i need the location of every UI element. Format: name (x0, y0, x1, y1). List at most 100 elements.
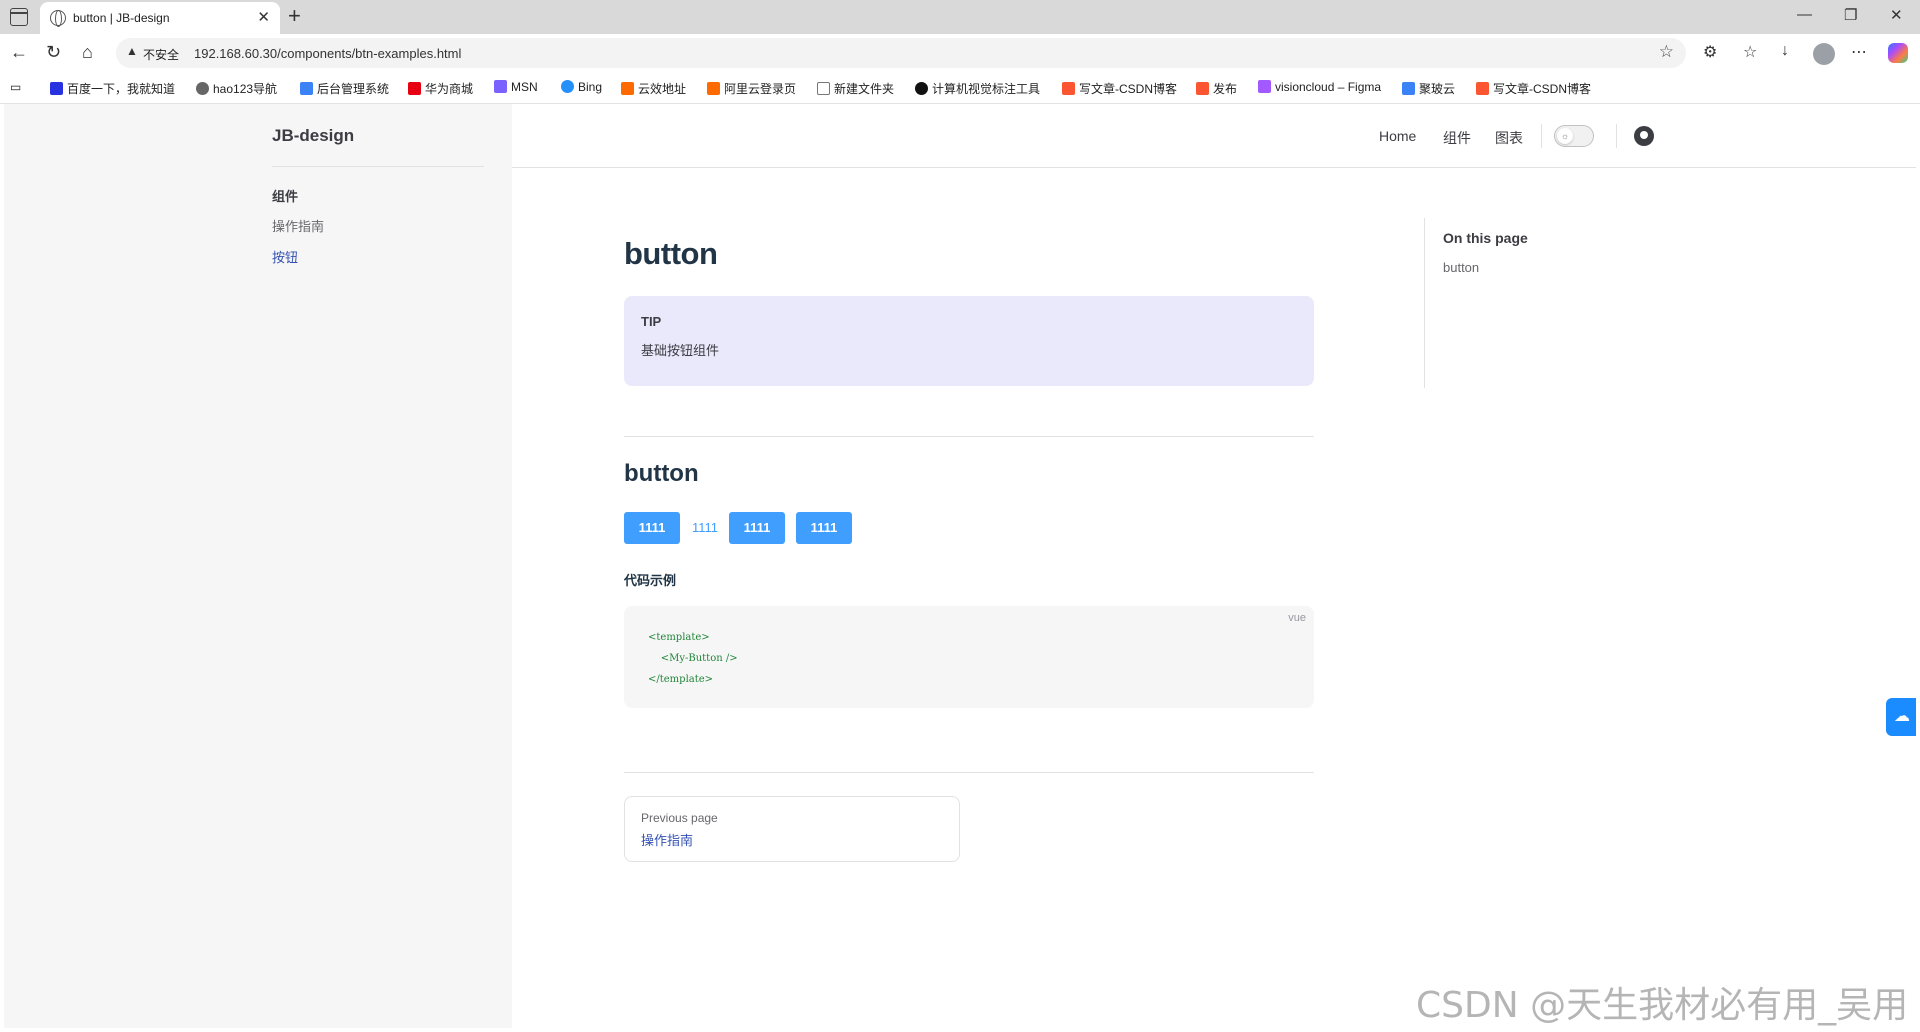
address-bar[interactable]: ▲ 不安全 192.168.60.30/components/btn-examp… (116, 38, 1686, 68)
bookmark-favicon (1476, 82, 1489, 95)
favorite-star-icon[interactable]: ☆ (1659, 42, 1674, 62)
bookmark-label: Bing (578, 80, 603, 94)
bookmark-label: MSN (511, 80, 538, 94)
sidebar: JB-design 组件 操作指南 按钮 (4, 104, 512, 1028)
nav-components[interactable]: 组件 (1443, 128, 1471, 148)
bookmark-item[interactable]: 写文章-CSDN博客 (1062, 80, 1177, 97)
bookmark-favicon (1062, 82, 1075, 95)
bookmark-label: 新建文件夹 (834, 82, 895, 96)
floating-cloud-icon[interactable]: ☁ (1886, 698, 1916, 736)
bookmark-favicon (1402, 82, 1415, 95)
bookmark-favicon (707, 82, 720, 95)
extensions-icon[interactable]: ⚙ (1703, 42, 1717, 62)
demo-button-primary[interactable]: 1111 (729, 512, 785, 544)
bookmark-favicon (621, 82, 634, 95)
page-viewport: JB-design 组件 操作指南 按钮 Home 组件 图表 ☼ button… (4, 104, 1916, 1028)
bookmark-item[interactable]: hao123导航 (196, 80, 277, 97)
code-language: vue (1288, 612, 1306, 624)
sidebar-divider (272, 166, 484, 167)
bookmark-label: 云效地址 (638, 82, 687, 96)
bookmark-item[interactable]: 华为商城 (408, 80, 473, 97)
code-block: vue <template> <My-Button /> </template> (624, 606, 1314, 708)
more-menu-icon[interactable]: ⋯ (1851, 42, 1867, 62)
bookmark-item[interactable]: 后台管理系统 (300, 80, 389, 97)
watermark: CSDN @天生我材必有用_吴用 (1416, 985, 1909, 1026)
bookmark-item[interactable]: Bing (561, 80, 602, 94)
bookmark-label: 写文章-CSDN博客 (1493, 82, 1591, 96)
prev-page-link[interactable]: Previous page 操作指南 (624, 796, 960, 862)
bookmark-favicon (408, 82, 421, 95)
bookmark-item[interactable]: 写文章-CSDN博客 (1476, 80, 1591, 97)
window-close-icon[interactable]: ✕ (1890, 6, 1903, 24)
demo-button-primary[interactable]: 1111 (796, 512, 852, 544)
nav-divider (1541, 124, 1542, 148)
bookmark-favicon (915, 82, 928, 95)
demo-button-text[interactable]: 1111 (692, 520, 718, 535)
bookmark-item[interactable]: 计算机视觉标注工具 (915, 80, 1040, 97)
bookmark-item[interactable]: 阿里云登录页 (707, 80, 796, 97)
globe-icon (50, 10, 66, 27)
divider (624, 436, 1314, 437)
nav-divider (1616, 124, 1617, 148)
bookmark-item[interactable]: MSN (494, 80, 538, 94)
bookmark-label: visioncloud – Figma (1275, 80, 1382, 94)
code-caption: 代码示例 (624, 573, 677, 588)
demo-button-primary[interactable]: 1111 (624, 512, 680, 544)
tip-label: TIP (641, 314, 662, 329)
bookmark-item[interactable]: 新建文件夹 (817, 80, 894, 97)
code-line: <template> (648, 632, 710, 643)
sun-icon: ☼ (1557, 128, 1573, 144)
tip-box: TIP 基础按钮组件 (624, 296, 1314, 386)
sidebar-group-title: 组件 (272, 189, 299, 204)
bookmark-item[interactable]: 聚玻云 (1402, 80, 1455, 97)
bookmark-favicon (1196, 82, 1209, 95)
bookmark-label: 聚玻云 (1419, 82, 1456, 96)
bookmark-label: 阿里云登录页 (724, 82, 797, 96)
divider (624, 772, 1314, 773)
downloads-icon[interactable]: ↓ (1781, 42, 1789, 60)
reload-icon[interactable]: ↻ (46, 42, 61, 63)
code-content: <template> <My-Button /> </template> (648, 627, 738, 690)
profile-avatar[interactable] (1813, 43, 1835, 65)
bookmark-favicon (300, 82, 313, 95)
bookmarks-bar: ▭ 百度一下，我就知道 hao123导航 后台管理系统 华为商城 MSN Bin… (0, 72, 1920, 104)
favorites-icon[interactable]: ☆ (1743, 42, 1757, 62)
tab-close-icon[interactable]: ✕ (257, 8, 270, 26)
home-icon[interactable]: ⌂ (82, 42, 93, 63)
nav-charts[interactable]: 图表 (1495, 128, 1523, 148)
back-icon[interactable]: ← (10, 42, 28, 63)
copilot-icon[interactable] (1888, 43, 1908, 63)
security-label[interactable]: 不安全 (143, 46, 179, 63)
bookmark-item[interactable]: 云效地址 (621, 80, 686, 97)
page-outline: On this page button (1424, 218, 1624, 388)
bookmark-item[interactable]: 百度一下，我就知道 (50, 80, 175, 97)
bookmark-label: 百度一下，我就知道 (67, 82, 176, 96)
prev-page-desc: Previous page (641, 811, 718, 825)
bookmark-favicon (1258, 80, 1271, 93)
sidebar-item-guide[interactable]: 操作指南 (272, 216, 324, 235)
tab-actions-icon[interactable] (10, 8, 28, 26)
tip-text: 基础按钮组件 (641, 343, 720, 358)
theme-toggle[interactable]: ☼ (1554, 125, 1594, 147)
top-nav: Home 组件 图表 ☼ (512, 104, 1916, 168)
new-tab-button[interactable]: + (288, 3, 301, 29)
github-icon[interactable] (1634, 126, 1654, 146)
page-title: button (624, 236, 718, 271)
restore-icon[interactable]: ❐ (1844, 6, 1857, 24)
url-text[interactable]: 192.168.60.30/components/btn-examples.ht… (194, 46, 461, 61)
sidebar-item-button[interactable]: 按钮 (272, 247, 298, 266)
bookmarks-menu-icon[interactable]: ▭ (10, 80, 21, 94)
active-tab[interactable]: button | JB-design ✕ (40, 2, 280, 34)
minimize-icon[interactable]: — (1797, 6, 1812, 23)
nav-home[interactable]: Home (1379, 128, 1416, 144)
prev-page-title: 操作指南 (641, 833, 694, 848)
folder-icon (817, 82, 830, 95)
site-title[interactable]: JB-design (272, 126, 354, 146)
warning-icon: ▲ (126, 44, 138, 58)
bookmark-label: 华为商城 (425, 82, 474, 96)
bookmark-item[interactable]: 发布 (1196, 80, 1237, 97)
bookmark-item[interactable]: visioncloud – Figma (1258, 80, 1381, 94)
bookmark-favicon (494, 80, 507, 93)
outline-item[interactable]: button (1443, 260, 1479, 275)
bookmark-label: 写文章-CSDN博客 (1079, 82, 1177, 96)
